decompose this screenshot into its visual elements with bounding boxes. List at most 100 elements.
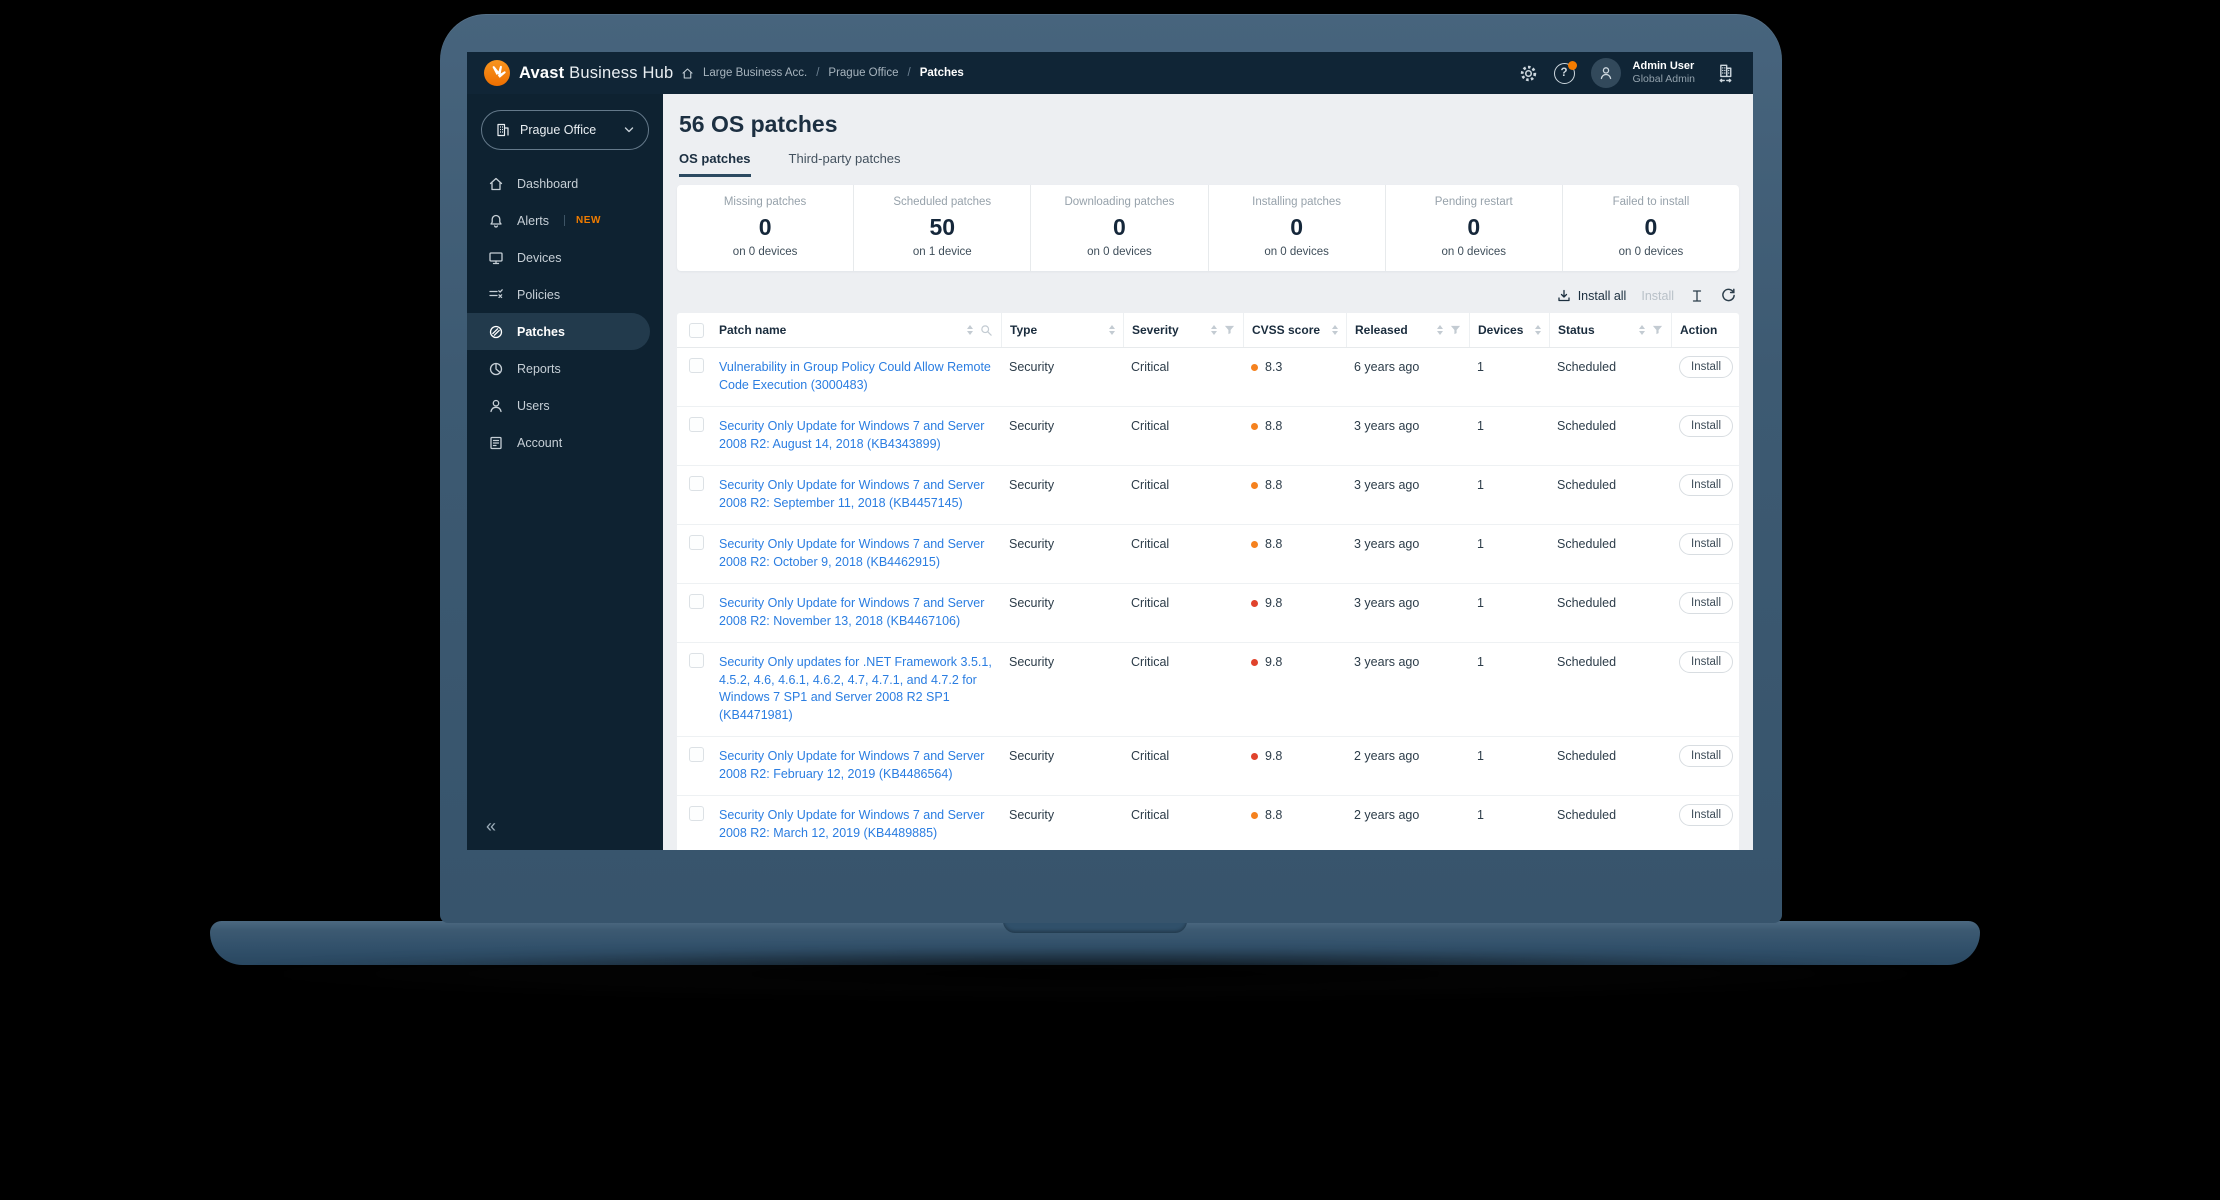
install-button[interactable]: Install <box>1679 356 1734 378</box>
install-button-toolbar[interactable]: Install <box>1641 289 1674 303</box>
install-all-button[interactable]: Install all <box>1556 288 1626 304</box>
column-header-released[interactable]: Released <box>1355 323 1408 337</box>
patch-devices: 1 <box>1477 655 1484 669</box>
select-all-checkbox[interactable] <box>689 322 704 338</box>
breadcrumb-item[interactable]: Large Business Acc. <box>703 67 807 79</box>
install-button[interactable]: Install <box>1679 474 1734 496</box>
column-header-status[interactable]: Status <box>1558 323 1595 337</box>
search-icon[interactable] <box>980 324 993 337</box>
sidebar-item-devices[interactable]: Devices <box>467 239 663 276</box>
sort-icon[interactable] <box>1211 324 1217 336</box>
column-header-type[interactable]: Type <box>1010 323 1037 337</box>
patch-name-link[interactable]: Security Only Update for Windows 7 and S… <box>719 807 993 842</box>
stat-label: Failed to install <box>1612 196 1690 208</box>
install-button[interactable]: Install <box>1679 651 1734 673</box>
patches-table: Patch name Type Severity CVSS score Rele… <box>677 313 1739 850</box>
sidebar-item-alerts[interactable]: Alerts NEW <box>467 202 663 239</box>
gear-icon[interactable] <box>1519 64 1538 83</box>
row-checkbox[interactable] <box>689 747 704 762</box>
column-header-severity[interactable]: Severity <box>1132 323 1179 337</box>
sidebar: Prague Office Dashboard Alerts NEW Devic… <box>467 94 663 850</box>
filter-icon[interactable] <box>1224 325 1235 336</box>
row-checkbox[interactable] <box>689 594 704 609</box>
sidebar-item-users[interactable]: Users <box>467 387 663 424</box>
row-checkbox[interactable] <box>689 535 704 550</box>
tab-os-patches[interactable]: OS patches <box>679 151 751 177</box>
top-navbar: Avast Business Hub Large Business Acc. /… <box>467 52 1753 94</box>
sidebar-item-reports[interactable]: Reports <box>467 350 663 387</box>
sort-icon[interactable] <box>1639 324 1645 336</box>
patch-type: Security <box>1009 596 1055 610</box>
install-button[interactable]: Install <box>1679 804 1734 826</box>
stat-label: Scheduled patches <box>893 196 992 208</box>
patch-severity: Critical <box>1131 537 1170 551</box>
row-checkbox[interactable] <box>689 476 704 491</box>
sidebar-item-dashboard[interactable]: Dashboard <box>467 165 663 202</box>
row-height-icon[interactable] <box>1689 288 1705 304</box>
company-switcher-icon[interactable] <box>1715 63 1736 84</box>
sidebar-item-policies[interactable]: Policies <box>467 276 663 313</box>
stat-label: Downloading patches <box>1064 196 1175 208</box>
sort-icon[interactable] <box>967 324 973 336</box>
install-button[interactable]: Install <box>1679 415 1734 437</box>
row-checkbox[interactable] <box>689 358 704 373</box>
building-icon <box>495 122 511 138</box>
avatar[interactable] <box>1590 58 1621 88</box>
row-checkbox[interactable] <box>689 806 704 821</box>
tab-third-party-patches[interactable]: Third-party patches <box>789 151 901 177</box>
patch-name-link[interactable]: Security Only Update for Windows 7 and S… <box>719 595 993 630</box>
avast-logo-icon <box>484 60 510 86</box>
main-content: 56 OS patches OS patches Third-party pat… <box>663 94 1753 850</box>
cvss-value: 9.8 <box>1265 749 1283 763</box>
collapse-sidebar-icon[interactable]: « <box>486 816 496 837</box>
user-name: Admin User <box>1632 59 1695 72</box>
breadcrumb-separator: / <box>907 67 911 79</box>
patch-name-link[interactable]: Vulnerability in Group Policy Could Allo… <box>719 359 993 394</box>
install-button[interactable]: Install <box>1679 533 1734 555</box>
patch-name-link[interactable]: Security Only Update for Windows 7 and S… <box>719 536 993 571</box>
home-icon[interactable] <box>681 67 694 80</box>
sidebar-item-patches[interactable]: Patches <box>467 313 650 350</box>
stat-sub: on 0 devices <box>1441 246 1507 258</box>
user-info[interactable]: Admin User Global Admin <box>1633 60 1695 87</box>
patch-name-link[interactable]: Security Only updates for .NET Framework… <box>719 654 993 724</box>
help-icon[interactable] <box>1553 60 1577 84</box>
patch-name-link[interactable]: Security Only Update for Windows 7 and S… <box>719 748 993 783</box>
home-icon <box>488 176 504 192</box>
column-header-patch-name[interactable]: Patch name <box>719 323 786 337</box>
patch-status: Scheduled <box>1557 537 1617 551</box>
sort-icon[interactable] <box>1437 324 1443 336</box>
bell-icon <box>488 213 504 229</box>
sidebar-item-label: Policies <box>517 287 561 302</box>
install-button[interactable]: Install <box>1679 745 1734 767</box>
patch-type: Security <box>1009 478 1055 492</box>
patch-name-link[interactable]: Security Only Update for Windows 7 and S… <box>719 477 993 512</box>
patch-name-link[interactable]: Security Only Update for Windows 7 and S… <box>719 418 993 453</box>
sort-icon[interactable] <box>1535 324 1541 336</box>
row-checkbox[interactable] <box>689 417 704 432</box>
breadcrumb-item[interactable]: Prague Office <box>828 67 898 79</box>
stat-sub: on 0 devices <box>1087 246 1152 258</box>
filter-icon[interactable] <box>1450 325 1461 336</box>
row-checkbox[interactable] <box>689 653 704 668</box>
stat-value: 0 <box>1113 214 1126 240</box>
install-button[interactable]: Install <box>1679 592 1734 614</box>
filter-icon[interactable] <box>1652 325 1663 336</box>
cvss-dot <box>1251 482 1258 489</box>
sort-icon[interactable] <box>1109 324 1115 336</box>
column-header-devices[interactable]: Devices <box>1478 323 1523 337</box>
stat-card-item: Pending restart 0 on 0 devices <box>1384 185 1562 271</box>
org-selector[interactable]: Prague Office <box>481 110 649 150</box>
refresh-icon[interactable] <box>1720 287 1737 304</box>
column-header-cvss[interactable]: CVSS score <box>1252 323 1320 337</box>
stat-sub: on 0 devices <box>1618 246 1684 258</box>
laptop-shadow <box>250 948 1940 1000</box>
patch-released: 6 years ago <box>1354 360 1420 374</box>
sidebar-item-label: Account <box>517 435 563 450</box>
sidebar-item-account[interactable]: Account <box>467 424 663 461</box>
patch-devices: 1 <box>1477 596 1484 610</box>
stat-label: Missing patches <box>723 196 807 208</box>
sidebar-item-label: Users <box>517 398 550 413</box>
table-row: Security Only Update for Windows 7 and S… <box>677 406 1739 465</box>
sort-icon[interactable] <box>1332 324 1338 336</box>
